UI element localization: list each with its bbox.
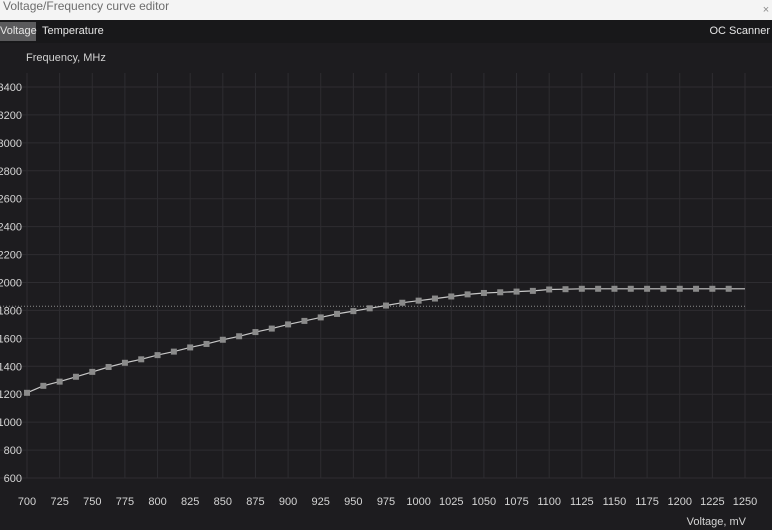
x-tick-label: 825 [181, 496, 199, 508]
x-axis-title: Voltage, mV [686, 516, 746, 528]
y-tick-label: 1800 [0, 305, 22, 317]
x-tick-label: 1200 [667, 496, 691, 508]
y-tick-label: 2000 [0, 278, 22, 290]
curve-point-handle[interactable] [513, 288, 520, 295]
x-tick-label: 1175 [635, 496, 659, 508]
x-tick-label: 800 [148, 496, 166, 508]
curve-point-handle[interactable] [578, 285, 585, 292]
curve-point-handle[interactable] [725, 285, 732, 292]
x-tick-label: 925 [312, 496, 330, 508]
x-tick-label: 725 [50, 496, 68, 508]
curve-point-handle[interactable] [595, 285, 602, 292]
curve-point-handle[interactable] [317, 314, 324, 321]
curve-point-handle[interactable] [611, 285, 618, 292]
curve-point-handle[interactable] [644, 285, 651, 292]
curve-point-handle[interactable] [24, 389, 30, 396]
curve-point-handle[interactable] [219, 336, 226, 343]
curve-point-handle[interactable] [252, 329, 259, 336]
y-tick-label: 2200 [0, 250, 22, 262]
x-tick-label: 1250 [733, 496, 757, 508]
x-tick-label: 950 [344, 496, 362, 508]
curve-point-handle[interactable] [660, 285, 667, 292]
curve-point-handle[interactable] [562, 286, 569, 293]
curve-point-handle[interactable] [399, 299, 406, 306]
y-tick-label: 2600 [0, 194, 22, 206]
curve-point-handle[interactable] [383, 302, 389, 309]
x-tick-label: 700 [18, 496, 36, 508]
x-tick-label: 1000 [406, 496, 430, 508]
x-tick-label: 875 [246, 496, 264, 508]
curve-point-handle[interactable] [40, 382, 47, 389]
y-tick-label: 600 [4, 473, 22, 485]
curve-point-handle[interactable] [448, 293, 455, 300]
x-tick-label: 1225 [700, 496, 724, 508]
curve-point-handle[interactable] [285, 321, 292, 328]
y-tick-label: 2400 [0, 222, 22, 234]
curve-point-handle[interactable] [236, 333, 243, 340]
curve-point-handle[interactable] [480, 289, 487, 296]
x-tick-label: 900 [279, 496, 297, 508]
curve-point-handle[interactable] [203, 340, 210, 347]
y-tick-label: 1600 [0, 333, 22, 345]
curve-point-handle[interactable] [56, 378, 63, 385]
curve-point-handle[interactable] [464, 291, 471, 298]
curve-point-handle[interactable] [334, 310, 341, 317]
curve-point-handle[interactable] [431, 295, 438, 302]
curve-point-handle[interactable] [89, 368, 96, 375]
y-tick-label: 1400 [0, 361, 22, 373]
curve-point-handle[interactable] [497, 289, 504, 296]
y-tick-label: 3200 [0, 110, 22, 122]
vf-curve-chart[interactable]: 600 800 1000 1200 1400 1600 1800 2000 2200 2400 26… [0, 0, 772, 530]
curve-point-handle[interactable] [170, 348, 177, 355]
x-tick-label: 975 [377, 496, 395, 508]
x-tick-label: 1025 [439, 496, 463, 508]
curve-point-handle[interactable] [415, 297, 422, 304]
y-tick-label: 1200 [0, 389, 22, 401]
curve-point-handle[interactable] [138, 356, 145, 363]
y-tick-label: 3000 [0, 138, 22, 150]
y-tick-label: 800 [4, 445, 22, 457]
curve-point-handle[interactable] [154, 352, 161, 359]
x-tick-label: 750 [83, 496, 101, 508]
curve-point-handle[interactable] [187, 344, 194, 351]
x-tick-label: 1150 [603, 496, 627, 508]
x-tick-label: 1050 [472, 496, 496, 508]
curve-point-handle[interactable] [693, 285, 700, 292]
curve-point-handle[interactable] [72, 373, 79, 380]
curve-point-handle[interactable] [268, 325, 275, 332]
y-tick-label: 2800 [0, 166, 22, 178]
x-tick-label: 1075 [504, 496, 528, 508]
curve-point-handle[interactable] [301, 317, 308, 324]
y-tick-label: 1000 [0, 417, 22, 429]
y-tick-label: 3400 [0, 82, 22, 94]
curve-point-handle[interactable] [627, 285, 634, 292]
x-tick-label: 775 [116, 496, 134, 508]
curve-point-handle[interactable] [366, 305, 373, 312]
curve-point-handle[interactable] [676, 285, 683, 292]
curve-point-handle[interactable] [105, 363, 112, 370]
curve-point-handle[interactable] [529, 287, 536, 294]
x-tick-label: 1100 [537, 496, 561, 508]
x-tick-label: 850 [214, 496, 232, 508]
x-tick-label: 1125 [570, 496, 594, 508]
curve-point-handle[interactable] [350, 308, 357, 315]
curve-point-handle[interactable] [546, 286, 553, 293]
curve-point-handle[interactable] [709, 285, 716, 292]
curve-point-handle[interactable] [121, 359, 128, 366]
